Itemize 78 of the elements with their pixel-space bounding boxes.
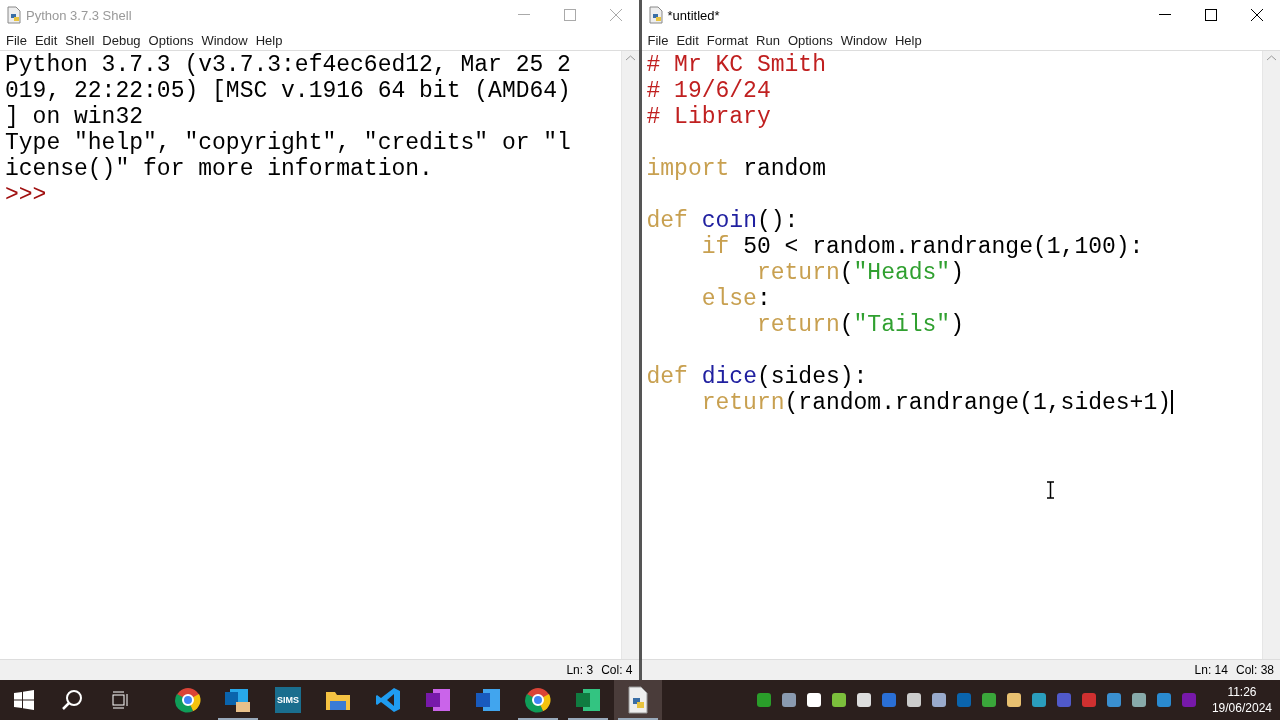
text-cursor-icon — [1045, 481, 1055, 499]
tray-icon[interactable] — [804, 691, 823, 709]
menu-item[interactable]: Options — [783, 32, 837, 48]
menu-item[interactable]: Debug — [98, 32, 145, 48]
line-number: Ln: 3 — [566, 663, 594, 677]
code-line: 019, 22:22:05) [MSC v.1916 64 bit (AMD64) — [5, 78, 571, 104]
code-line: ] on win32 — [5, 104, 144, 130]
task-view-icon — [110, 691, 130, 709]
windows-logo-icon — [14, 690, 34, 710]
scrollbar[interactable] — [1262, 51, 1280, 659]
date: 19/06/2024 — [1211, 700, 1272, 716]
document-app-icon — [475, 687, 501, 713]
code-line: >>> — [5, 182, 47, 208]
app-logo: SIMS — [275, 687, 301, 713]
tray-icon[interactable] — [1004, 691, 1023, 709]
python-file-icon — [647, 6, 664, 24]
code-line: # Library — [646, 104, 771, 130]
code-editor-icon — [375, 687, 401, 713]
python-file-icon — [6, 6, 22, 24]
tray-icon[interactable] — [854, 691, 873, 709]
code-line: # 19/6/24 — [646, 78, 771, 104]
menu-item[interactable]: Window — [197, 32, 252, 48]
browser-icon — [175, 687, 201, 713]
menu-item[interactable]: File — [2, 32, 31, 48]
code-line: Type "help", "copyright", "credits" or "l — [5, 130, 571, 156]
maximize-icon — [1205, 9, 1217, 21]
menu-item[interactable]: Shell — [61, 32, 99, 48]
python-file-icon — [626, 686, 650, 714]
minimize-icon — [1159, 14, 1171, 16]
tray-icon[interactable] — [929, 691, 948, 709]
browser-icon — [525, 687, 551, 713]
menu-item[interactable]: File — [643, 32, 673, 48]
clock[interactable]: 11:26 19/06/2024 — [1203, 684, 1280, 716]
close-icon — [1251, 9, 1263, 21]
notebook-icon — [425, 687, 451, 713]
taskbar-app[interactable]: SIMS — [264, 680, 312, 720]
code-line: icense()" for more information. — [5, 156, 433, 182]
scroll-up-icon — [625, 55, 635, 61]
code-line: return(random.randrange(1,sides+1) — [700, 390, 1173, 416]
code-line: Python 3.7.3 (v3.7.3:ef4ec6ed12, Mar 25 2 — [5, 52, 571, 78]
mail-app-icon — [224, 687, 252, 713]
line-number: Ln: 14 — [1194, 663, 1228, 677]
code-editor[interactable]: Python 3.7.3 (v3.7.3:ef4ec6ed12, Mar 25 2 019, 22:22:05) [MSC v.1916 64 bit (AMD64) ] on win32 Type "help", "copyright", "credits" or "l icense()" for more information. >>> — [0, 51, 621, 659]
window-title: *untitled* — [667, 7, 720, 23]
spreadsheet-app-icon — [575, 687, 601, 713]
menu-item[interactable]: Format — [702, 32, 753, 48]
code-line: def dice(sides): — [646, 364, 868, 390]
close-icon — [609, 9, 622, 21]
menu-item[interactable]: Edit — [672, 32, 703, 48]
menu-item[interactable]: Help — [251, 32, 287, 48]
minimize-icon — [517, 14, 530, 16]
tray-icon[interactable] — [904, 691, 923, 709]
column-number: Col: 38 — [1235, 663, 1274, 677]
taskbar-app[interactable] — [614, 680, 662, 720]
code-line: if 50 < random.randrange(1,100): — [700, 234, 1144, 260]
menu-item[interactable]: Window — [836, 32, 891, 48]
tray-icon[interactable] — [1129, 691, 1148, 709]
code-line: import random — [646, 156, 826, 182]
code-line: return("Heads") — [756, 260, 964, 286]
time: 11:26 — [1227, 684, 1257, 700]
menu-item[interactable]: Edit — [30, 32, 62, 48]
code-editor[interactable]: # Mr KC Smith # 19/6/24 # Library import random def coin(): if 50 < random.randrange(1,100): return("Heads") else: return("Tails") def dice(sides): return(random.randrange(1,sides+1) — [641, 51, 1262, 659]
code-line: # Mr KC Smith — [646, 52, 826, 78]
code-line: def coin(): — [646, 208, 799, 234]
maximize-icon — [563, 9, 576, 21]
window-title: Python 3.7.3 Shell — [26, 7, 132, 23]
folder-icon — [325, 689, 351, 711]
search-icon — [61, 689, 83, 711]
menu-item[interactable]: Options — [144, 32, 198, 48]
column-number: Col: 4 — [601, 663, 633, 677]
code-line: return("Tails") — [755, 312, 964, 338]
scrollbar[interactable] — [620, 51, 639, 659]
code-line: else: — [700, 286, 771, 312]
scroll-up-icon — [1267, 55, 1276, 61]
menu-item[interactable]: Run — [752, 32, 784, 48]
tray-icon[interactable] — [829, 691, 848, 709]
tray-icon[interactable] — [779, 691, 798, 709]
menu-item[interactable]: Help — [890, 32, 926, 48]
